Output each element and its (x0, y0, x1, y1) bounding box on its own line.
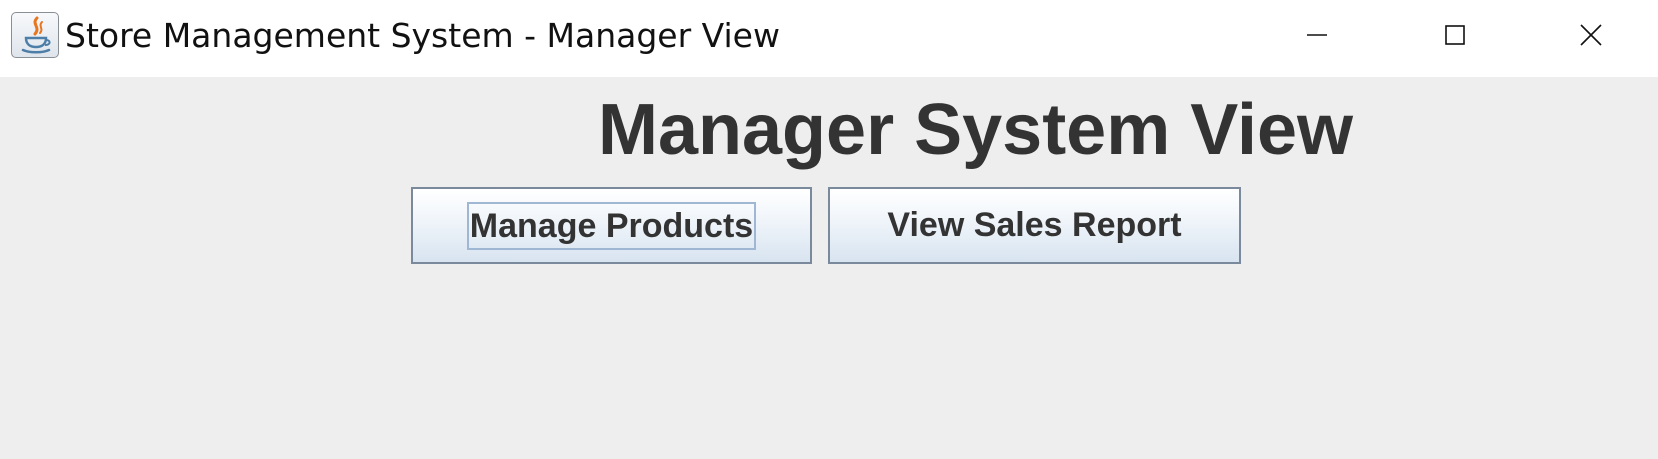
page-heading: Manager System View (598, 90, 1354, 170)
minimize-button[interactable] (1248, 0, 1386, 70)
application-window: Store Management System - Manager View M… (0, 0, 1658, 459)
java-coffee-cup-icon[interactable] (11, 12, 59, 58)
view-sales-report-label: View Sales Report (887, 206, 1182, 244)
close-button[interactable] (1522, 0, 1658, 70)
content-panel: Manager System View Manage Products View… (0, 77, 1658, 459)
manage-products-label: Manage Products (466, 201, 757, 250)
view-sales-report-button[interactable]: View Sales Report (828, 187, 1241, 264)
maximize-icon (1445, 25, 1465, 45)
title-bar[interactable]: Store Management System - Manager View (0, 0, 1658, 77)
manage-products-button[interactable]: Manage Products (411, 187, 812, 264)
maximize-button[interactable] (1386, 0, 1524, 70)
window-title: Store Management System - Manager View (65, 16, 780, 55)
close-icon (1580, 24, 1602, 46)
minimize-icon (1307, 34, 1327, 36)
